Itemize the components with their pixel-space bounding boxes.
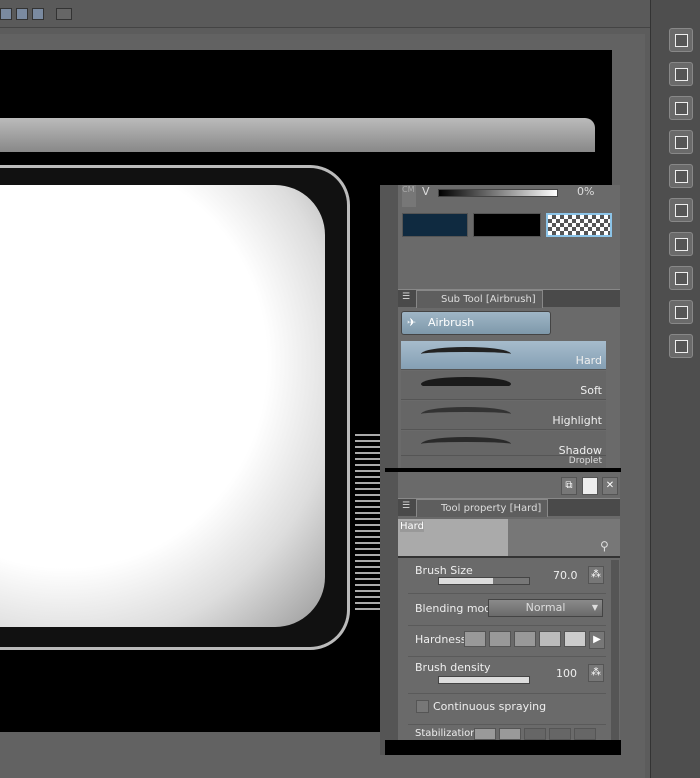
continuous-spraying-checkbox[interactable] [416,700,429,713]
hardness-row: Hardness ▶ [408,627,606,657]
brush-density-value[interactable]: 100 [556,667,577,680]
menu-icon[interactable]: ☰ [402,501,410,511]
brush-item-droplet[interactable]: Droplet [401,456,606,468]
layer-icon[interactable] [669,232,693,256]
continuous-spraying-label: Continuous spraying [433,700,547,713]
sub-tool-tab[interactable]: Sub Tool [Airbrush] [416,290,543,308]
layer-property-icon[interactable] [669,96,693,120]
chevron-down-icon: ▼ [591,603,598,612]
panel-divider [385,468,621,472]
brush-size-row: Brush Size 70.0 ⁂ [408,562,606,594]
tool-icon[interactable] [0,8,12,20]
stabilization-row: Stabilization [408,727,606,741]
brush-stroke-preview [421,407,511,421]
chevron-right-icon[interactable]: ▶ [589,631,605,649]
main-color-swatch[interactable] [402,213,468,237]
panel-bottom-edge [385,740,621,755]
brush-label: Droplet [568,456,602,466]
quick-access-icon[interactable] [669,300,693,324]
blending-mode-select[interactable]: Normal ▼ [488,599,603,617]
hardness-presets[interactable] [464,631,589,650]
brush-stroke-preview [421,377,511,391]
artwork-tv-screen [0,185,325,627]
color-history-icon[interactable] [669,130,693,154]
brush-size-label: Brush Size [415,564,473,577]
brush-item-hard[interactable]: Hard [401,341,606,370]
settings-search-icon[interactable]: ⚲ [600,539,609,553]
window-layout-icon[interactable] [56,8,72,20]
blending-mode-label: Blending mode [415,602,499,615]
right-dock [650,0,700,778]
brush-density-label: Brush density [415,661,491,674]
sub-color-swatch[interactable] [473,213,541,237]
brush-label: Soft [580,384,602,397]
value-slider[interactable] [438,189,558,197]
tool-property-header: ☰ Tool property [Hard] [398,498,620,517]
tool-icon[interactable] [16,8,28,20]
blending-mode-value: Normal [525,601,566,614]
preview-label: Hard [400,521,424,532]
pressure-settings-icon[interactable]: ⁂ [588,664,604,682]
brush-item-highlight[interactable]: Highlight [401,401,606,430]
menu-icon[interactable]: ☰ [402,292,410,302]
stabilization-label: Stabilization [415,728,477,739]
color-mode-tab[interactable]: CM [402,185,416,207]
group-label: Airbrush [428,316,475,329]
delete-icon[interactable]: ✕ [602,477,618,495]
brush-item-shadow[interactable]: Shadow [401,431,606,457]
animation-icon[interactable] [669,266,693,290]
tool-property-tab[interactable]: Tool property [Hard] [416,499,549,517]
tool-property-scrollbar[interactable] [611,560,619,740]
top-toolbar [0,0,650,28]
hardness-label: Hardness [415,633,467,646]
brush-label: Hard [575,354,602,367]
brush-size-value[interactable]: 70.0 [553,569,578,582]
artwork-tv-top [0,118,595,152]
sub-tool-header: ☰ Sub Tool [Airbrush] [398,289,620,308]
color-slider-row: CM V 0% [402,185,617,209]
layer-search-icon[interactable] [669,198,693,222]
tool-icon[interactable] [32,8,44,20]
channel-label: V [422,185,430,198]
sub-view-icon[interactable] [669,62,693,86]
brush-density-slider[interactable] [438,676,530,684]
value-readout: 0% [577,185,595,198]
brush-item-soft[interactable]: Soft [401,371,606,400]
brush-preview: Hard [398,519,508,556]
copy-sub-tool-icon[interactable]: ⧉ [561,477,577,495]
transparent-color-swatch[interactable] [546,213,612,237]
sub-tool-group-airbrush[interactable]: ✈ Airbrush [401,311,551,335]
airbrush-icon: ✈ [407,316,417,329]
continuous-spraying-row: Continuous spraying [408,695,606,725]
brush-stroke-preview [421,437,511,451]
pose-icon[interactable] [669,334,693,358]
brush-label: Highlight [552,414,602,427]
brush-preview-area: Hard ⚲ [398,519,620,558]
pressure-settings-icon[interactable]: ⁂ [588,566,604,584]
stabilization-presets[interactable] [474,728,599,740]
brush-stroke-preview [421,347,511,361]
material-icon[interactable] [669,164,693,188]
brush-size-slider[interactable] [438,577,530,585]
brush-density-row: Brush density 100 ⁂ [408,658,606,694]
navigator-icon[interactable] [669,28,693,52]
new-sub-tool-icon[interactable] [582,477,598,495]
